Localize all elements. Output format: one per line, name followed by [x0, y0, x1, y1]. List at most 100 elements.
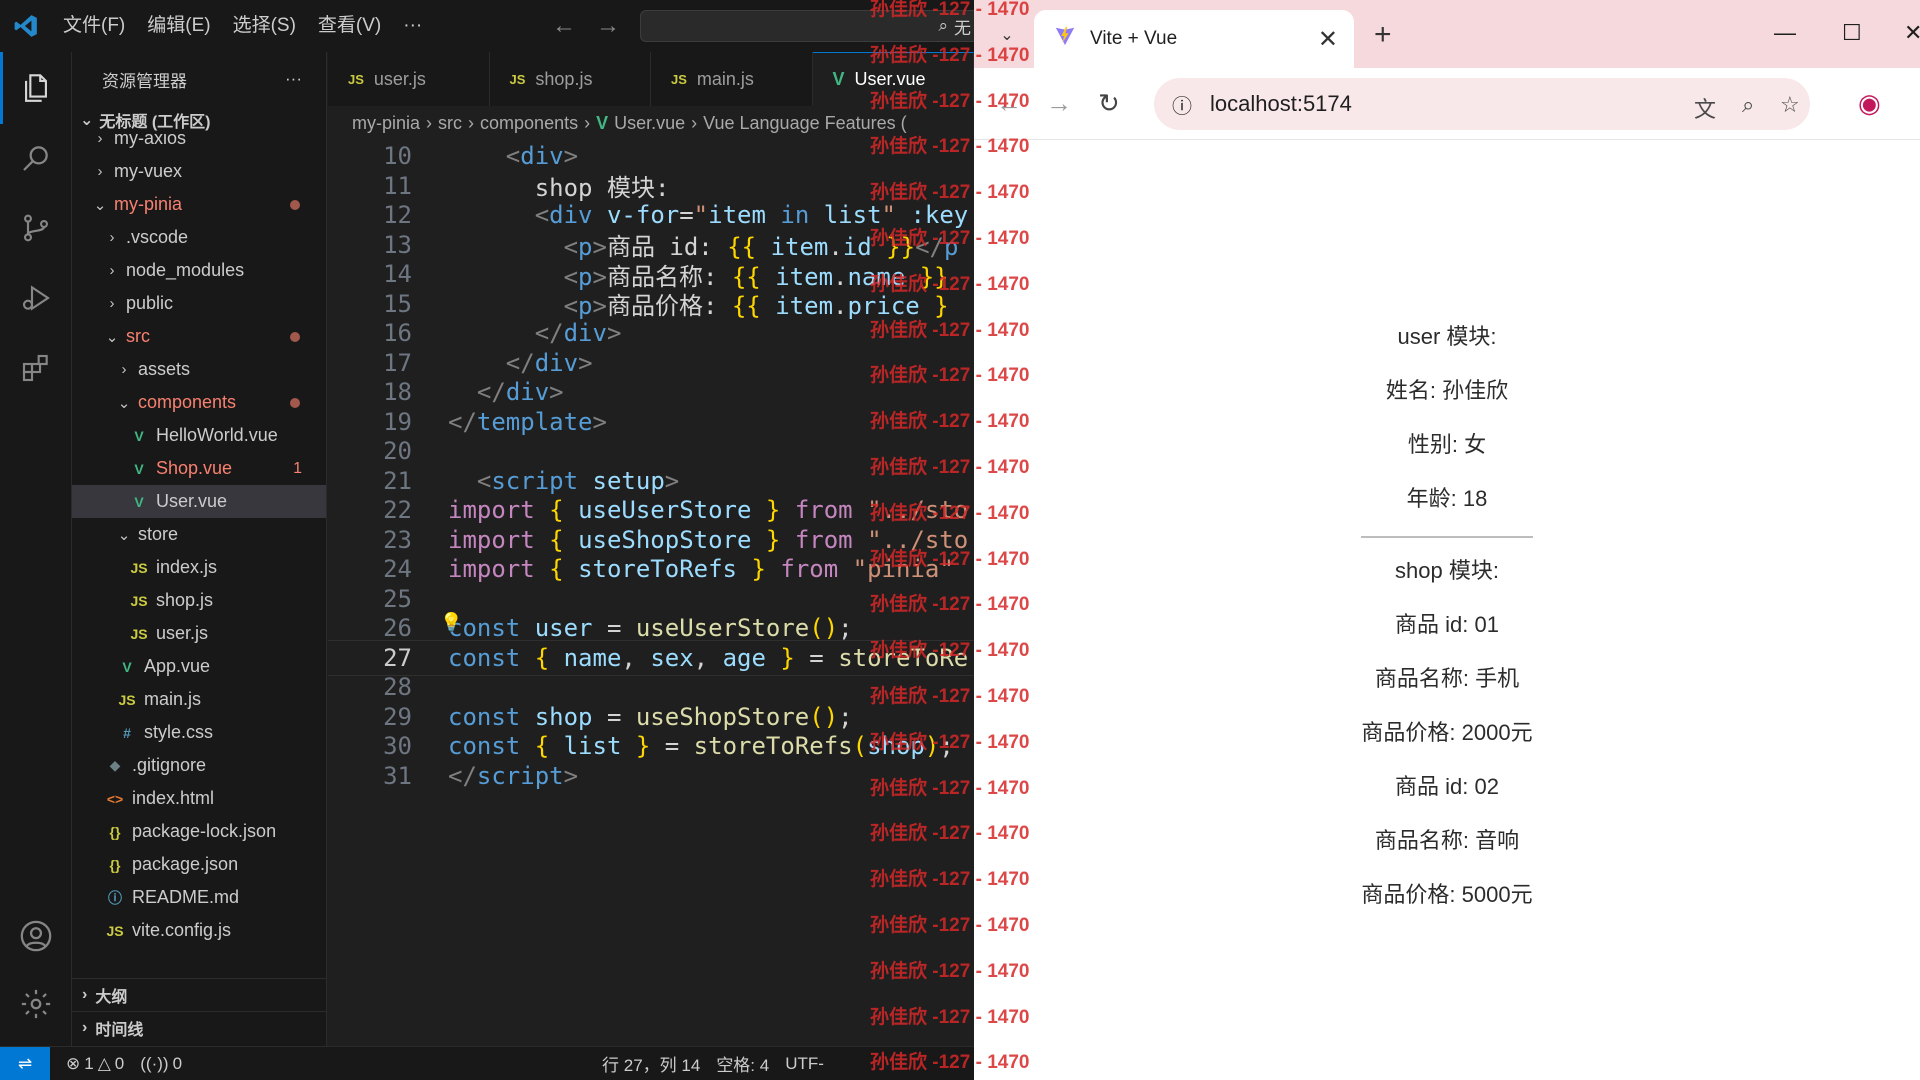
tree-item[interactable]: ⌄ src: [72, 320, 326, 353]
shop-item-list: 商品 id: 01 商品名称: 手机 商品价格: 2000元 商品 id: 02 商品名…: [974, 598, 1920, 922]
git-file-icon: ◆: [109, 757, 121, 773]
tree-item[interactable]: V Shop.vue 1: [72, 452, 326, 485]
minimize-icon[interactable]: —: [1774, 20, 1796, 46]
editor-tab[interactable]: JS user.js: [328, 52, 490, 106]
account-icon[interactable]: [14, 914, 58, 958]
timeline-section[interactable]: › 时间线: [72, 1011, 326, 1044]
line-number: 20: [383, 437, 412, 465]
code-text: const { name, sex, age } = storeToRe: [448, 643, 969, 672]
menu-more[interactable]: ···: [392, 0, 433, 52]
tree-item[interactable]: {} package-lock.json: [72, 815, 326, 848]
explorer-more-button[interactable]: ···: [285, 69, 302, 89]
tree-item[interactable]: › assets: [72, 353, 326, 386]
settings-gear-icon[interactable]: [14, 982, 58, 1026]
tree-item[interactable]: ⓘ README.md: [72, 881, 326, 914]
tree-item[interactable]: JS vite.config.js: [72, 914, 326, 947]
tree-item[interactable]: V App.vue: [72, 650, 326, 683]
tree-item[interactable]: <> index.html: [72, 782, 326, 815]
tree-item[interactable]: › node_modules: [72, 254, 326, 287]
app-content: user 模块: 姓名: 孙佳欣 性别: 女 年龄: 18 shop 模块: 商…: [974, 310, 1920, 922]
forward-arrow-icon[interactable]: →: [596, 12, 620, 40]
breadcrumb-item[interactable]: User.vue: [614, 113, 685, 134]
tree-item-label: my-axios: [114, 134, 187, 148]
editor-tab[interactable]: V User.vue: [812, 52, 974, 106]
browser-window: ⌄ Vite + Vue ✕ + — ☐ ✕ ← → ↻ ⓘ localhost…: [974, 0, 1920, 1080]
profile-icon[interactable]: ◉: [1858, 88, 1881, 119]
menu-selection[interactable]: 选择(S): [222, 0, 307, 52]
tree-item[interactable]: JS index.js: [72, 551, 326, 584]
close-window-icon[interactable]: ✕: [1904, 20, 1920, 46]
code-text: </div>: [534, 319, 622, 347]
remote-indicator-icon[interactable]: ⇌: [0, 1046, 50, 1080]
menu-edit[interactable]: 编辑(E): [136, 0, 221, 52]
breadcrumb-item[interactable]: src: [438, 113, 462, 134]
tree-item-label: src: [126, 326, 150, 346]
command-center[interactable]: ⌕ 无: [640, 10, 974, 42]
line-number: 16: [383, 319, 412, 347]
explorer-sidebar: 资源管理器 ··· ⌄ 无标题 (工作区) › my-axios › my-vuex ⌄…: [72, 52, 327, 1046]
code-editor[interactable]: 10 <div> 11 shop 模块: 12 <div v-for="item i…: [328, 140, 974, 1046]
address-bar[interactable]: ⓘ localhost:5174 文 ⌕ ☆: [1154, 78, 1810, 130]
encoding[interactable]: UTF-: [785, 1054, 824, 1074]
tree-item[interactable]: ⌄ my-pinia: [72, 188, 326, 221]
menu-file[interactable]: 文件(F): [52, 0, 136, 52]
translate-icon[interactable]: 文: [1694, 92, 1716, 124]
tree-item[interactable]: {} package.json: [72, 848, 326, 881]
forward-arrow-icon[interactable]: →: [1046, 88, 1072, 119]
lightbulb-icon[interactable]: 💡: [440, 612, 462, 633]
tree-item-label: vite.config.js: [132, 920, 232, 940]
browser-tab[interactable]: Vite + Vue ✕: [1034, 10, 1354, 68]
tree-item[interactable]: ◆ .gitignore: [72, 749, 326, 782]
reload-icon[interactable]: ↻: [1098, 88, 1120, 119]
user-sex: 性别: 女: [1407, 432, 1487, 457]
breadcrumb-item[interactable]: my-pinia: [352, 113, 420, 134]
user-age: 年龄: 18: [1406, 486, 1488, 511]
zoom-icon[interactable]: ⌕: [1742, 92, 1754, 118]
tab-close-icon[interactable]: ✕: [1318, 25, 1338, 54]
search-icon[interactable]: [14, 136, 58, 180]
tree-item[interactable]: JS shop.js: [72, 584, 326, 617]
workspace-header[interactable]: ⌄ 无标题 (工作区): [72, 106, 326, 134]
shop-item-price: 商品价格: 2000元: [1361, 720, 1533, 745]
back-arrow-icon[interactable]: ←: [552, 12, 576, 40]
tree-item[interactable]: V HelloWorld.vue: [72, 419, 326, 452]
breadcrumb-item[interactable]: components: [480, 113, 578, 134]
tree-item[interactable]: JS user.js: [72, 617, 326, 650]
tree-item[interactable]: ⌄ store: [72, 518, 326, 551]
editor-tab[interactable]: JS shop.js: [490, 52, 651, 106]
menu-view[interactable]: 查看(V): [307, 0, 392, 52]
code-text: const shop = useShopStore();: [448, 702, 853, 731]
explorer-icon[interactable]: [14, 66, 58, 110]
tree-item[interactable]: › public: [72, 287, 326, 320]
warning-count: 0: [114, 1053, 125, 1073]
bookmark-star-icon[interactable]: ☆: [1780, 92, 1800, 118]
problem-count-badge: 1: [293, 459, 302, 477]
ports-indicator[interactable]: ((·)) 0: [140, 1054, 182, 1074]
code-text: <div>: [505, 142, 579, 170]
extensions-icon[interactable]: [14, 346, 58, 390]
tab-search-chevron-icon[interactable]: ⌄: [992, 20, 1022, 50]
chevron-down-icon: ⌄: [117, 394, 131, 412]
editor-tab[interactable]: JS main.js: [651, 52, 813, 106]
maximize-icon[interactable]: ☐: [1842, 20, 1862, 46]
tree-item[interactable]: JS main.js: [72, 683, 326, 716]
outline-section[interactable]: › 大纲: [72, 978, 326, 1011]
tree-item[interactable]: › my-vuex: [72, 155, 326, 188]
breadcrumb-separator-icon: ›: [691, 112, 698, 133]
code-text: <div v-for="item in list" :key: [534, 201, 969, 229]
problems-indicator[interactable]: ⊗ 1 △ 0: [66, 1054, 124, 1074]
tree-item[interactable]: › my-axios: [72, 134, 326, 155]
vscode-logo-icon: [0, 0, 52, 52]
site-info-icon[interactable]: ⓘ: [1172, 90, 1192, 119]
new-tab-button[interactable]: +: [1374, 20, 1392, 50]
run-debug-icon[interactable]: [14, 276, 58, 320]
tree-item[interactable]: ⌄ components: [72, 386, 326, 419]
tree-item[interactable]: # style.css: [72, 716, 326, 749]
tree-item[interactable]: › .vscode: [72, 221, 326, 254]
cursor-position[interactable]: 行 27，列 14: [602, 1051, 700, 1076]
back-arrow-icon[interactable]: ←: [996, 88, 1022, 119]
source-control-icon[interactable]: [14, 206, 58, 250]
tree-item[interactable]: V User.vue: [72, 485, 326, 518]
breadcrumb-item[interactable]: Vue Language Features (: [703, 113, 906, 134]
indentation[interactable]: 空格: 4: [716, 1051, 769, 1076]
